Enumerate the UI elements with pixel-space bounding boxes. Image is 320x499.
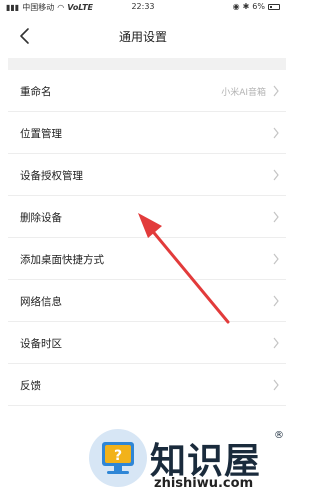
chevron-right-icon bbox=[273, 295, 279, 307]
page-title: 通用设置 bbox=[118, 30, 167, 44]
chevron-right-icon bbox=[273, 379, 279, 391]
battery-icon bbox=[268, 3, 280, 10]
question-monitor-icon: ? bbox=[89, 429, 147, 487]
settings-row-location[interactable]: 位置管理 bbox=[8, 112, 286, 154]
watermark-url: zhishiwu.com bbox=[154, 476, 254, 491]
chevron-right-icon bbox=[273, 253, 279, 265]
settings-row-rename[interactable]: 重命名 小米AI音箱 bbox=[8, 70, 286, 112]
row-label: 反馈 bbox=[20, 380, 41, 392]
section-divider bbox=[8, 58, 286, 70]
watermark: ? 知识屋 ® zhishiwu.com bbox=[88, 428, 286, 494]
chevron-right-icon bbox=[273, 169, 279, 181]
lock-rotation-icon: ◉ bbox=[232, 2, 240, 11]
row-label: 网络信息 bbox=[20, 296, 62, 308]
registered-mark: ® bbox=[274, 430, 284, 441]
nav-bar: 通用设置 bbox=[0, 14, 286, 58]
settings-list: 重命名 小米AI音箱 位置管理 设备授权管理 删除设备 添加桌面快捷方式 网络信… bbox=[0, 70, 286, 406]
chevron-right-icon bbox=[273, 211, 279, 223]
row-label: 位置管理 bbox=[20, 128, 62, 140]
row-value: 小米AI音箱 bbox=[221, 88, 266, 98]
row-label: 删除设备 bbox=[20, 212, 62, 224]
status-bar: ▮▮▮ 中国移动 ◠ VoLTE 22:33 ◉ ✱ 6% bbox=[0, 0, 286, 14]
settings-row-feedback[interactable]: 反馈 bbox=[8, 364, 286, 406]
settings-row-authorization[interactable]: 设备授权管理 bbox=[8, 154, 286, 196]
chevron-right-icon bbox=[273, 337, 279, 349]
status-right: ◉ ✱ 6% bbox=[233, 2, 280, 11]
settings-row-delete-device[interactable]: 删除设备 bbox=[8, 196, 286, 238]
settings-row-shortcut[interactable]: 添加桌面快捷方式 bbox=[8, 238, 286, 280]
chevron-right-icon bbox=[273, 85, 279, 97]
battery-label: 6% bbox=[252, 2, 265, 11]
bluetooth-icon: ✱ bbox=[242, 2, 250, 11]
row-label: 添加桌面快捷方式 bbox=[20, 254, 104, 266]
chevron-right-icon bbox=[273, 127, 279, 139]
row-label: 设备授权管理 bbox=[20, 170, 83, 182]
row-label: 重命名 bbox=[20, 86, 52, 98]
row-label: 设备时区 bbox=[20, 338, 62, 350]
settings-row-timezone[interactable]: 设备时区 bbox=[8, 322, 286, 364]
settings-row-network[interactable]: 网络信息 bbox=[8, 280, 286, 322]
svg-text:?: ? bbox=[114, 448, 122, 464]
